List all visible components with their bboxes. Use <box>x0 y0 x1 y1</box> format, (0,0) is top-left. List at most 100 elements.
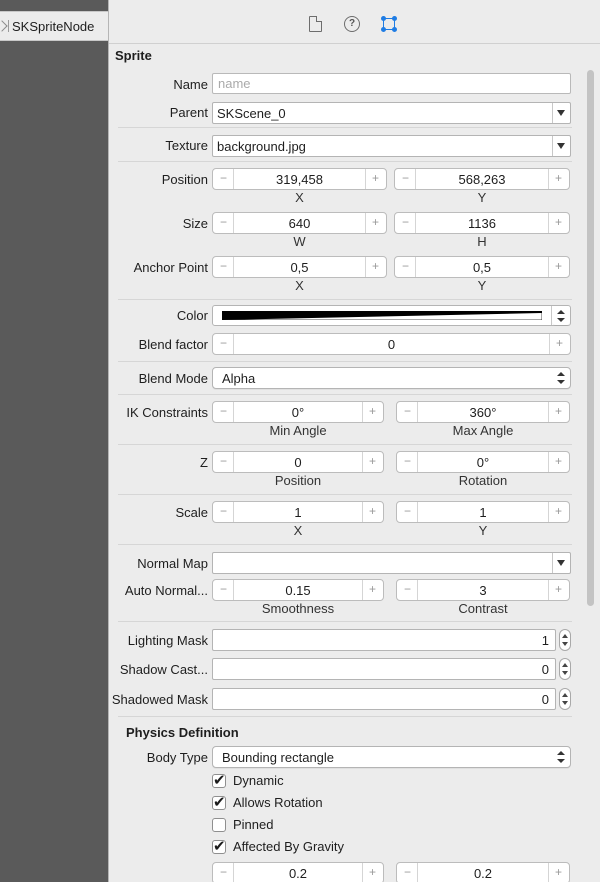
normal-map-combo[interactable] <box>212 552 571 574</box>
decrement-icon[interactable]: − <box>220 404 227 418</box>
position-y-value[interactable]: 568,263 <box>417 172 547 187</box>
anchor-y-stepper[interactable]: − 0,5 + <box>394 256 570 278</box>
increment-icon[interactable]: + <box>369 504 376 518</box>
increment-icon[interactable]: + <box>556 336 563 350</box>
z-position-stepper[interactable]: − 0 + <box>212 451 384 473</box>
decrement-icon[interactable]: − <box>220 171 227 185</box>
decrement-icon[interactable]: − <box>404 404 411 418</box>
ik-min-value[interactable]: 0° <box>235 405 361 420</box>
blend-factor-stepper[interactable]: − 0 + <box>212 333 571 355</box>
scale-y-value[interactable]: 1 <box>419 505 547 520</box>
increment-icon[interactable]: + <box>369 454 376 468</box>
checkbox-unchecked-icon[interactable] <box>212 817 226 832</box>
checkbox-checked-icon[interactable] <box>212 771 226 789</box>
decrement-icon[interactable]: − <box>220 504 227 518</box>
position-x-value[interactable]: 319,458 <box>235 172 364 187</box>
shadowed-mask-input[interactable]: 0 <box>212 688 556 710</box>
scale-y-stepper[interactable]: − 1 + <box>396 501 570 523</box>
decrement-icon[interactable]: − <box>220 259 227 273</box>
allows-rotation-checkbox[interactable]: Allows Rotation <box>212 793 323 811</box>
z-rotation-stepper[interactable]: − 0° + <box>396 451 570 473</box>
node-item-skspritenode[interactable]: SKSpriteNode <box>0 11 108 41</box>
physics-right-stepper[interactable]: − 0.2 + <box>396 862 570 882</box>
anchor-y-value[interactable]: 0,5 <box>417 260 547 275</box>
increment-icon[interactable]: + <box>372 215 379 229</box>
inspector-scrollbar[interactable] <box>587 70 594 606</box>
decrement-icon[interactable]: − <box>402 259 409 273</box>
decrement-icon[interactable]: − <box>220 865 227 879</box>
color-well[interactable] <box>212 305 571 326</box>
increment-icon[interactable]: + <box>555 215 562 229</box>
texture-combo[interactable]: background.jpg <box>212 135 571 157</box>
scale-x-value[interactable]: 1 <box>235 505 361 520</box>
up-down-arrows-icon[interactable] <box>557 309 565 323</box>
texture-label: Texture <box>165 138 208 153</box>
z-position-value[interactable]: 0 <box>235 455 361 470</box>
checkbox-checked-icon[interactable] <box>212 793 226 811</box>
physics-right-value[interactable]: 0.2 <box>419 866 547 881</box>
ik-min-stepper[interactable]: − 0° + <box>212 401 384 423</box>
z-rotation-value[interactable]: 0° <box>419 455 547 470</box>
contrast-value[interactable]: 3 <box>419 583 547 598</box>
increment-icon[interactable]: + <box>555 404 562 418</box>
position-x-stepper[interactable]: − 319,458 + <box>212 168 387 190</box>
decrement-icon[interactable]: − <box>404 865 411 879</box>
decrement-icon[interactable]: − <box>402 215 409 229</box>
ik-max-value[interactable]: 360° <box>419 405 547 420</box>
decrement-icon[interactable]: − <box>402 171 409 185</box>
anchor-x-stepper[interactable]: − 0,5 + <box>212 256 387 278</box>
size-h-value[interactable]: 1136 <box>417 216 547 231</box>
physics-left-stepper[interactable]: − 0.2 + <box>212 862 384 882</box>
physics-left-value[interactable]: 0.2 <box>235 866 361 881</box>
name-input[interactable]: name <box>212 73 571 94</box>
size-w-stepper[interactable]: − 640 + <box>212 212 387 234</box>
decrement-icon[interactable]: − <box>220 336 227 350</box>
chevron-down-icon[interactable] <box>552 103 570 123</box>
size-h-stepper[interactable]: − 1136 + <box>394 212 570 234</box>
decrement-icon[interactable]: − <box>404 504 411 518</box>
help-icon[interactable]: ? <box>344 16 360 32</box>
increment-icon[interactable]: + <box>372 259 379 273</box>
blend-mode-popup[interactable]: Alpha <box>212 367 571 389</box>
shadow-cast-stepper-icon[interactable] <box>559 658 571 680</box>
decrement-icon[interactable]: − <box>404 582 411 596</box>
position-y-stepper[interactable]: − 568,263 + <box>394 168 570 190</box>
body-type-popup[interactable]: Bounding rectangle <box>212 746 571 768</box>
scale-x-stepper[interactable]: − 1 + <box>212 501 384 523</box>
shadow-cast-input[interactable]: 0 <box>212 658 556 680</box>
smoothness-stepper[interactable]: − 0.15 + <box>212 579 384 601</box>
lighting-mask-input[interactable]: 1 <box>212 629 556 651</box>
parent-combo[interactable]: SKScene_0 <box>212 102 571 124</box>
attributes-inspector-icon[interactable] <box>381 16 397 32</box>
increment-icon[interactable]: + <box>555 865 562 879</box>
increment-icon[interactable]: + <box>369 404 376 418</box>
panel-divider[interactable] <box>108 0 109 882</box>
increment-icon[interactable]: + <box>372 171 379 185</box>
decrement-icon[interactable]: − <box>220 215 227 229</box>
smoothness-value[interactable]: 0.15 <box>235 583 361 598</box>
decrement-icon[interactable]: − <box>220 454 227 468</box>
anchor-x-value[interactable]: 0,5 <box>235 260 364 275</box>
size-w-value[interactable]: 640 <box>235 216 364 231</box>
shadowed-mask-stepper-icon[interactable] <box>559 688 571 710</box>
ik-max-stepper[interactable]: − 360° + <box>396 401 570 423</box>
increment-icon[interactable]: + <box>555 171 562 185</box>
affected-by-gravity-checkbox[interactable]: Affected By Gravity <box>212 837 344 855</box>
pinned-checkbox[interactable]: Pinned <box>212 817 273 832</box>
chevron-down-icon[interactable] <box>552 136 570 156</box>
increment-icon[interactable]: + <box>555 454 562 468</box>
increment-icon[interactable]: + <box>555 582 562 596</box>
decrement-icon[interactable]: − <box>220 582 227 596</box>
blend-factor-value[interactable]: 0 <box>235 337 548 352</box>
dynamic-checkbox[interactable]: Dynamic <box>212 771 284 789</box>
decrement-icon[interactable]: − <box>404 454 411 468</box>
chevron-down-icon[interactable] <box>552 553 570 573</box>
increment-icon[interactable]: + <box>369 865 376 879</box>
lighting-mask-stepper-icon[interactable] <box>559 629 571 651</box>
checkbox-checked-icon[interactable] <box>212 837 226 855</box>
contrast-stepper[interactable]: − 3 + <box>396 579 570 601</box>
increment-icon[interactable]: + <box>555 504 562 518</box>
increment-icon[interactable]: + <box>555 259 562 273</box>
increment-icon[interactable]: + <box>369 582 376 596</box>
file-inspector-icon[interactable] <box>309 16 322 32</box>
